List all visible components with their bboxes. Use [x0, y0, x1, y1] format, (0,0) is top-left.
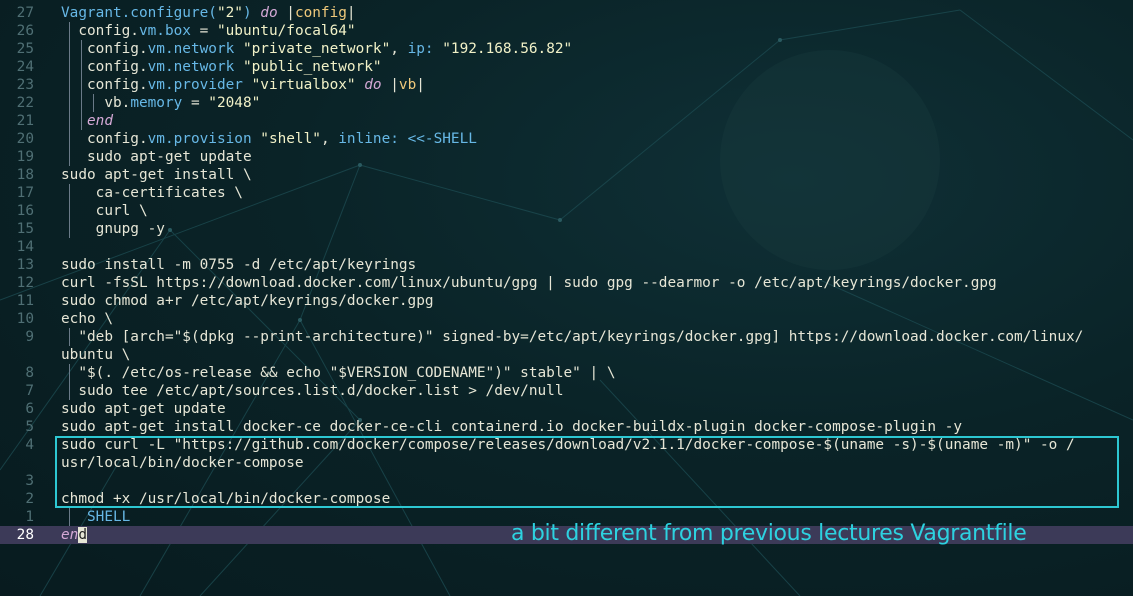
code-text: config.vm.network "public_network": [61, 59, 382, 75]
code-text: Vagrant.configure("2") do |config|: [61, 5, 356, 21]
code-line[interactable]: 20 config.vm.provision "shell", inline: …: [0, 130, 1133, 148]
code-line[interactable]: 8 "$(. /etc/os-release && echo "$VERSION…: [0, 364, 1133, 382]
code-text: gnupg -y: [61, 221, 165, 237]
line-number: 4: [25, 437, 34, 453]
code-line[interactable]: 13 sudo install -m 0755 -d /etc/apt/keyri…: [0, 256, 1133, 274]
line-number: 23: [16, 77, 34, 93]
code-text: ubuntu \: [61, 347, 131, 363]
line-number: 20: [16, 131, 34, 147]
line-number: 10: [16, 311, 34, 327]
code-text: sudo apt-get install \: [61, 167, 252, 183]
line-number: 3: [25, 473, 34, 489]
line-number: 21: [16, 113, 34, 129]
code-text: config.vm.network "private_network", ip:…: [61, 41, 573, 57]
code-line[interactable]: 14: [0, 238, 1133, 256]
code-text: config.vm.provider "virtualbox" do |vb|: [61, 77, 425, 93]
code-text: curl -fsSL https://download.docker.com/l…: [61, 275, 997, 291]
code-text: curl \: [61, 203, 148, 219]
line-number: 11: [16, 293, 34, 309]
indent-guide: [81, 40, 82, 130]
line-number: 16: [16, 203, 34, 219]
code-line[interactable]: 23 config.vm.provider "virtualbox" do |v…: [0, 76, 1133, 94]
line-number: 17: [16, 185, 34, 201]
line-number: 28: [16, 527, 34, 543]
line-number: 19: [16, 149, 34, 165]
code-line[interactable]: ubuntu \: [0, 346, 1133, 364]
line-number: 24: [16, 59, 34, 75]
line-number: 27: [16, 5, 34, 21]
indent-guide: [69, 184, 70, 238]
code-text: echo \: [61, 311, 113, 327]
code-text: "$(. /etc/os-release && echo "$VERSION_C…: [61, 365, 616, 381]
code-text: sudo apt-get install docker-ce docker-ce…: [61, 419, 963, 435]
line-number: 15: [16, 221, 34, 237]
code-text: sudo install -m 0755 -d /etc/apt/keyring…: [61, 257, 417, 273]
line-number: 12: [16, 275, 34, 291]
indent-guide: [69, 328, 70, 346]
code-text: SHELL: [61, 509, 131, 525]
indent-guide: [69, 508, 70, 526]
code-line[interactable]: 22 vb.memory = "2048": [0, 94, 1133, 112]
code-line[interactable]: 24 config.vm.network "public_network": [0, 58, 1133, 76]
code-line[interactable]: 9 "deb [arch="$(dpkg --print-architectur…: [0, 328, 1133, 346]
indent-guide: [69, 22, 70, 166]
code-text: ca-certificates \: [61, 185, 243, 201]
code-line[interactable]: 7 sudo tee /etc/apt/sources.list.d/docke…: [0, 382, 1133, 400]
highlight-box: [55, 436, 1119, 508]
code-line[interactable]: 16 curl \: [0, 202, 1133, 220]
indent-guide: [69, 364, 70, 400]
code-line[interactable]: 18 sudo apt-get install \: [0, 166, 1133, 184]
code-line[interactable]: 17 ca-certificates \: [0, 184, 1133, 202]
code-line[interactable]: 19 sudo apt-get update: [0, 148, 1133, 166]
line-number: 8: [25, 365, 34, 381]
line-number: 13: [16, 257, 34, 273]
code-line[interactable]: 11 sudo chmod a+r /etc/apt/keyrings/docke…: [0, 292, 1133, 310]
text-cursor: d: [78, 527, 87, 543]
code-line[interactable]: 5 sudo apt-get install docker-ce docker-c…: [0, 418, 1133, 436]
code-line[interactable]: 25 config.vm.network "private_network", …: [0, 40, 1133, 58]
line-number: 18: [16, 167, 34, 183]
line-number: 22: [16, 95, 34, 111]
code-text: config.vm.box = "ubuntu/focal64": [61, 23, 356, 39]
code-line[interactable]: 6 sudo apt-get update: [0, 400, 1133, 418]
line-number: 1: [25, 509, 34, 525]
code-line[interactable]: 26 config.vm.box = "ubuntu/focal64": [0, 22, 1133, 40]
code-text: vb.memory = "2048": [61, 95, 261, 111]
line-number: 25: [16, 41, 34, 57]
line-number: 2: [25, 491, 34, 507]
code-text: sudo apt-get update: [61, 149, 252, 165]
code-line[interactable]: 21 end: [0, 112, 1133, 130]
code-line[interactable]: 15 gnupg -y: [0, 220, 1133, 238]
code-text: sudo apt-get update: [61, 401, 226, 417]
code-line[interactable]: 12 curl -fsSL https://download.docker.com…: [0, 274, 1133, 292]
line-number: 14: [16, 239, 34, 255]
line-number: 9: [25, 329, 34, 345]
line-number: 6: [25, 401, 34, 417]
indent-guide: [93, 94, 94, 112]
annotation-text: a bit different from previous lectures V…: [511, 521, 1027, 546]
code-text: sudo tee /etc/apt/sources.list.d/docker.…: [61, 383, 564, 399]
code-line[interactable]: 27 Vagrant.configure("2") do |config|: [0, 4, 1133, 22]
line-number: 7: [25, 383, 34, 399]
code-line[interactable]: 10 echo \: [0, 310, 1133, 328]
code-text: config.vm.provision "shell", inline: <<-…: [61, 131, 477, 147]
code-text: sudo chmod a+r /etc/apt/keyrings/docker.…: [61, 293, 434, 309]
code-text: "deb [arch="$(dpkg --print-architecture)…: [61, 329, 1084, 345]
code-text: end: [61, 527, 87, 543]
line-number: 5: [25, 419, 34, 435]
line-number: 26: [16, 23, 34, 39]
